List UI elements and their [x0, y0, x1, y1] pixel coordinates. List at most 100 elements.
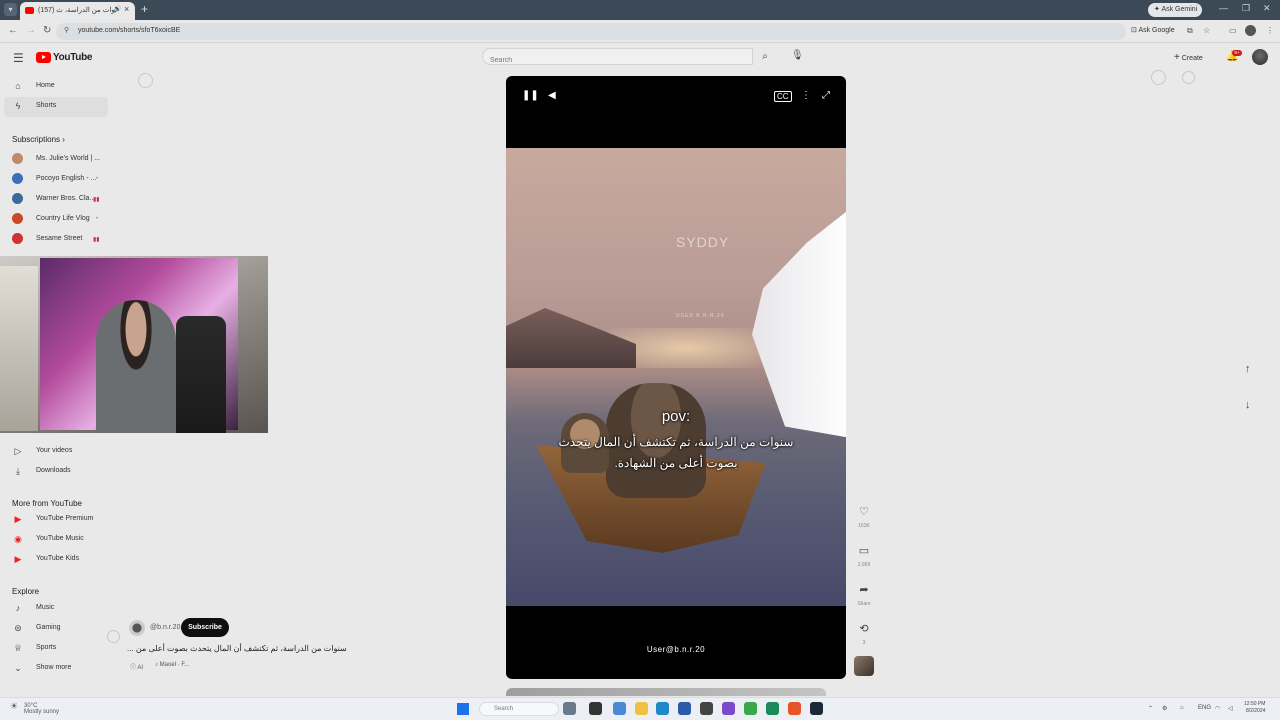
subscribe-button[interactable]: Subscribe	[181, 618, 229, 637]
tray-chevron-icon[interactable]: ⌃	[1148, 705, 1153, 712]
taskbar-app-icon[interactable]	[722, 702, 735, 715]
taskbar-clock[interactable]: 12:50 PM 8/2/2024	[1244, 701, 1265, 715]
create-button[interactable]: + Create	[1174, 52, 1203, 63]
volume-tray-icon[interactable]: ◁	[1228, 705, 1233, 712]
comment-icon[interactable]: ▭	[854, 544, 874, 560]
weather-widget[interactable]: ☀ 30°C Mostly sunny	[10, 701, 59, 716]
search-input[interactable]	[483, 53, 752, 68]
channel-avatar[interactable]	[129, 620, 145, 636]
sidebar-show-more[interactable]: ⌄ Show more	[0, 659, 115, 679]
shorts-video-player[interactable]: SYDDY USER:B.N.R.20 pov: سنوات من الدراس…	[506, 76, 846, 679]
sidebar-item-gaming[interactable]: ⊜ Gaming	[0, 619, 115, 639]
youtube-logo-icon[interactable]	[36, 52, 51, 63]
sidebar-item-music[interactable]: ♪ Music	[0, 599, 115, 619]
tray-icon[interactable]: ⚙	[1162, 705, 1167, 712]
sun-icon: ☀	[10, 701, 19, 711]
hamburger-menu-icon[interactable]: ☰	[13, 51, 24, 65]
ask-google-button[interactable]: ⊡ Ask Google	[1131, 26, 1175, 34]
sound-link[interactable]: ♪ Maoel · F...	[155, 662, 189, 668]
comment-action[interactable]: ▭ 2,959	[854, 544, 874, 568]
chrome-icon[interactable]	[744, 702, 757, 715]
new-tab-button[interactable]: +	[141, 2, 148, 16]
shorts-icon: ϟ	[15, 101, 21, 111]
restore-icon[interactable]: ❐	[1242, 3, 1250, 14]
taskbar-search[interactable]: Search	[479, 702, 559, 716]
bookmark-star-icon[interactable]: ☆	[1203, 26, 1210, 35]
browser-menu-icon[interactable]: ⋮	[1266, 26, 1274, 35]
taskbar-app-icon[interactable]	[700, 702, 713, 715]
edge-browser-icon[interactable]	[656, 702, 669, 715]
browser-profile-avatar[interactable]	[1245, 25, 1256, 36]
more-options-icon[interactable]: ⋮	[801, 90, 811, 101]
sidebar-item-home[interactable]: ⌂ Home	[0, 77, 115, 97]
youtube-wordmark[interactable]: YouTube	[53, 52, 93, 63]
previous-short-arrow-icon[interactable]: ↑	[1245, 363, 1251, 375]
minimize-icon[interactable]: —	[1219, 3, 1228, 13]
tab-title: (157) سنوات من الدراسة، ث	[38, 7, 116, 14]
sidebar-item-youtube-premium[interactable]: ▶ YouTube Premium	[0, 510, 115, 530]
sidebar-subscription[interactable]: Warner Bros. Cla... ▮▮	[0, 190, 115, 210]
brave-browser-icon[interactable]	[788, 702, 801, 715]
sidebar-item-shorts[interactable]: ϟ Shorts	[4, 97, 108, 117]
sidebar-subscription[interactable]: Ms. Julie's World | ...	[0, 150, 115, 170]
file-explorer-icon[interactable]	[635, 702, 648, 715]
like-action[interactable]: ♡ 163K	[854, 505, 874, 529]
site-info-icon[interactable]: ⚲	[64, 26, 69, 34]
microphone-icon[interactable]: 🎙	[791, 50, 804, 61]
sidebar-item-downloads[interactable]: ⤓ Downloads	[0, 462, 115, 482]
reload-icon[interactable]: ↻	[43, 25, 51, 36]
youtube-premium-icon: ▶	[14, 514, 22, 524]
sidebar-subscription[interactable]: Pocoyo English - ... •	[0, 170, 115, 190]
share-action[interactable]: ➦ Share	[854, 583, 874, 607]
input-language[interactable]: ENG	[1198, 705, 1211, 711]
volume-icon[interactable]: ◀	[548, 90, 556, 101]
wifi-icon[interactable]: ◠	[1215, 705, 1220, 712]
account-avatar[interactable]	[1252, 49, 1268, 65]
like-heart-icon[interactable]: ♡	[854, 505, 874, 521]
sound-thumbnail[interactable]	[854, 656, 874, 676]
browser-tabstrip: ▾ (157) سنوات من الدراسة، ث 🔊 × + ✦ Ask …	[0, 0, 1280, 20]
sidebar-item-youtube-kids[interactable]: ▶ YouTube Kids	[0, 550, 115, 570]
ask-gemini-button[interactable]: ✦ Ask Gemini	[1148, 3, 1202, 17]
video-title[interactable]: سنوات من الدراسة، ثم تكتشف أن المال يتحد…	[127, 644, 347, 653]
sidebar-item-youtube-music[interactable]: ◉ YouTube Music	[0, 530, 115, 550]
windows-start-icon[interactable]	[457, 703, 469, 715]
tray-icon[interactable]: ⌂	[1180, 705, 1184, 711]
address-bar[interactable]: ⚲ youtube.com/shorts/sfoT6xoicBE	[56, 23, 1126, 40]
captions-icon[interactable]: CC	[774, 91, 792, 102]
video-user-tag: User@b.n.r.20	[646, 645, 706, 654]
browser-tab[interactable]: (157) سنوات من الدراسة، ث 🔊 ×	[20, 2, 135, 20]
next-short-arrow-icon[interactable]: ↓	[1245, 399, 1251, 411]
close-window-icon[interactable]: ✕	[1263, 3, 1271, 14]
sidebar-subscription[interactable]: Country Life Vlog •	[0, 210, 115, 230]
sidebar-item-your-videos[interactable]: ▷ Your videos	[0, 442, 115, 462]
remix-icon[interactable]: ⟲	[854, 622, 874, 638]
sidebar-subscription[interactable]: Sesame Street ▮▮	[0, 230, 115, 250]
back-arrow-icon[interactable]: ←	[8, 25, 18, 36]
video-yacht	[752, 208, 846, 438]
next-short-preview[interactable]	[506, 688, 826, 696]
taskbar-app-icon[interactable]	[678, 702, 691, 715]
video-watermark-sub: USER:B.N.R.20	[676, 313, 725, 319]
search-icon[interactable]: ⌕	[753, 48, 777, 65]
forward-arrow-icon[interactable]: →	[26, 25, 36, 36]
channel-handle[interactable]: @b.n.r.20	[150, 624, 180, 631]
speaker-icon[interactable]: 🔊	[113, 5, 122, 13]
pause-icon[interactable]: ❚❚	[522, 90, 539, 101]
share-icon[interactable]: ➦	[854, 583, 874, 599]
sidebar-item-sports[interactable]: ♕ Sports	[0, 639, 115, 659]
extensions-icon[interactable]: ▭	[1229, 26, 1237, 35]
steam-icon[interactable]	[810, 702, 823, 715]
close-tab-icon[interactable]: ×	[124, 4, 129, 14]
taskbar-app-icon[interactable]	[589, 702, 602, 715]
video-frame[interactable]: SYDDY USER:B.N.R.20 pov: سنوات من الدراس…	[506, 148, 846, 654]
search-input-container[interactable]	[482, 48, 753, 68]
fullscreen-icon[interactable]: ⤢	[822, 90, 830, 101]
tab-search-icon[interactable]: ▾	[4, 3, 17, 16]
remix-action[interactable]: ⟲ 3	[854, 622, 874, 646]
subscriptions-heading[interactable]: Subscriptions ›	[12, 135, 65, 144]
taskbar-app-icon[interactable]	[563, 702, 576, 715]
install-icon[interactable]: ⧉	[1187, 26, 1193, 36]
taskbar-app-icon[interactable]	[766, 702, 779, 715]
taskbar-app-icon[interactable]	[613, 702, 626, 715]
